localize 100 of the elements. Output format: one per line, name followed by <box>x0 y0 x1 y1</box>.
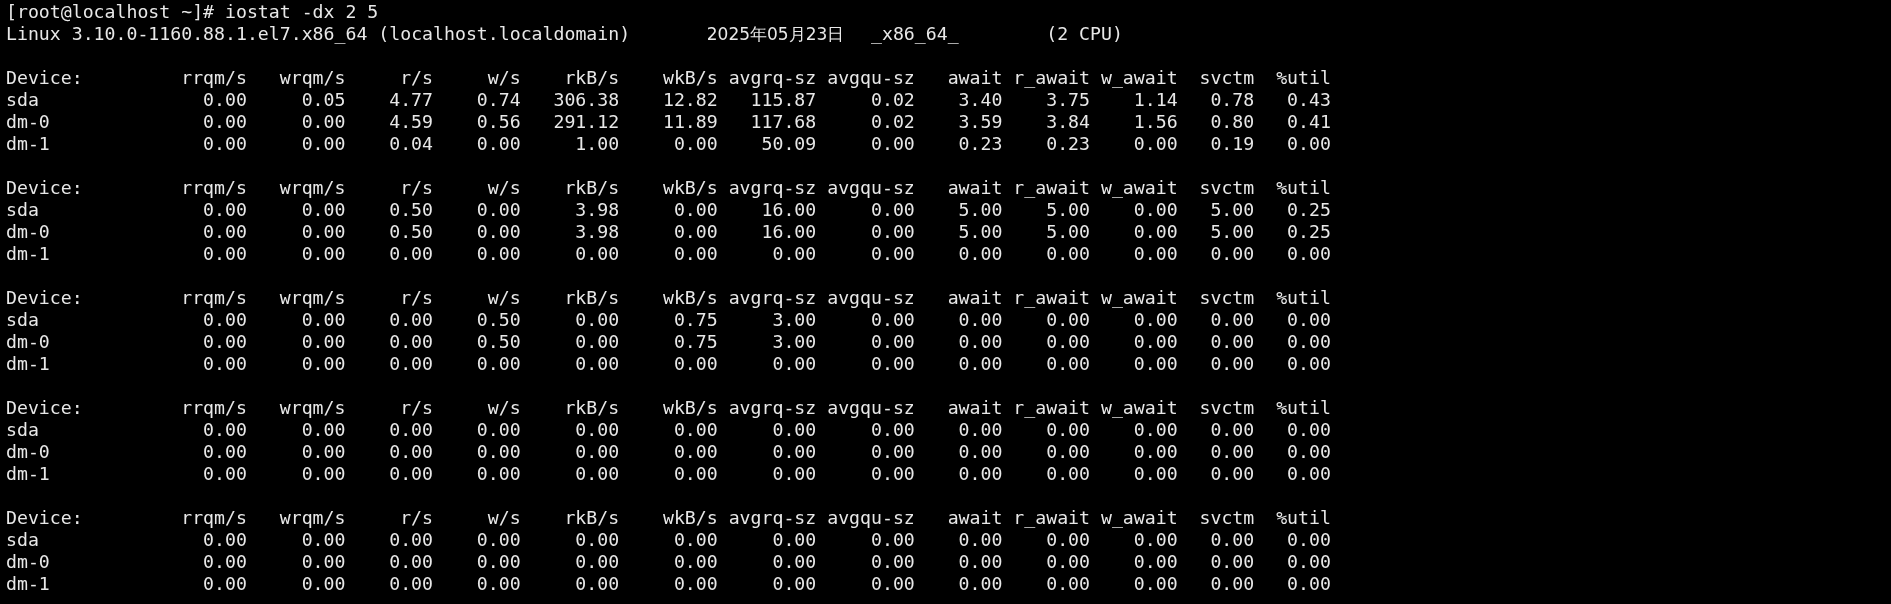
table-cell: 0.80 <box>1210 111 1255 133</box>
table-cell: 0.00 <box>203 529 247 551</box>
device-name: dm-0 <box>6 111 50 133</box>
table-cell: 0.00 <box>389 419 434 441</box>
table-cell: 0.00 <box>301 309 346 331</box>
table-cell: 0.00 <box>673 573 718 595</box>
table-cell: 0.04 <box>389 133 434 155</box>
table-cell: 0.00 <box>871 529 915 551</box>
table-cell: 0.00 <box>476 353 521 375</box>
table-cell: 0.00 <box>203 221 247 243</box>
table-cell: 0.00 <box>673 353 718 375</box>
column-header: wkB/s <box>662 67 718 89</box>
table-cell: 0.00 <box>575 573 620 595</box>
table-cell: 3.59 <box>958 111 1003 133</box>
column-header: %util <box>1276 397 1331 419</box>
column-header: rrqm/s <box>181 507 247 529</box>
table-cell: 3.40 <box>958 89 1003 111</box>
device-name: sda <box>6 89 39 111</box>
table-cell: 0.00 <box>1133 199 1178 221</box>
table-cell: 0.00 <box>958 463 1003 485</box>
device-name: dm-1 <box>6 243 50 265</box>
table-cell: 0.00 <box>673 441 718 463</box>
column-header: wrqm/s <box>279 287 346 309</box>
table-cell: 0.00 <box>301 221 346 243</box>
table-cell: 0.00 <box>389 353 434 375</box>
table-cell: 0.78 <box>1210 89 1255 111</box>
command-line: [root@localhost ~]# iostat -dx 2 5 <box>6 1 380 23</box>
table-cell: 0.00 <box>476 551 521 573</box>
table-cell: 3.98 <box>575 221 620 243</box>
table-cell: 0.00 <box>1287 463 1331 485</box>
device-name: dm-0 <box>6 331 50 353</box>
table-cell: 0.74 <box>476 89 521 111</box>
column-header: avgqu-sz <box>827 397 915 419</box>
column-header: w/s <box>487 397 521 419</box>
table-cell: 0.00 <box>871 221 915 243</box>
table-cell: 0.00 <box>1046 419 1090 441</box>
table-cell: 0.02 <box>871 89 915 111</box>
table-cell: 0.25 <box>1287 221 1331 243</box>
table-cell: 0.19 <box>1210 133 1255 155</box>
column-header: svctm <box>1199 67 1255 89</box>
column-header: r_await <box>1013 397 1090 419</box>
column-header: Device: <box>6 287 83 309</box>
table-cell: 3.00 <box>772 331 817 353</box>
column-header: w_await <box>1100 177 1178 199</box>
table-cell: 0.50 <box>476 331 521 353</box>
table-cell: 0.75 <box>673 331 718 353</box>
table-cell: 1.56 <box>1133 111 1178 133</box>
table-cell: 0.00 <box>871 243 915 265</box>
column-header: w_await <box>1100 397 1178 419</box>
column-header: w/s <box>487 67 521 89</box>
column-header: avgrq-sz <box>728 397 817 419</box>
table-cell: 0.00 <box>1046 529 1090 551</box>
column-header: w/s <box>487 287 521 309</box>
table-cell: 0.00 <box>301 111 346 133</box>
device-name: sda <box>6 309 39 331</box>
table-cell: 0.00 <box>1046 463 1090 485</box>
column-header: avgqu-sz <box>827 177 915 199</box>
column-header: r/s <box>400 67 434 89</box>
column-header: await <box>947 507 1003 529</box>
table-cell: 0.00 <box>301 331 346 353</box>
table-cell: 0.00 <box>301 441 346 463</box>
table-cell: 0.00 <box>1046 441 1090 463</box>
table-cell: 0.00 <box>958 353 1003 375</box>
table-cell: 1.00 <box>575 133 620 155</box>
table-cell: 0.00 <box>389 463 434 485</box>
table-cell: 0.00 <box>476 221 521 243</box>
device-name: sda <box>6 419 39 441</box>
table-cell: 0.00 <box>871 133 915 155</box>
table-cell: 5.00 <box>958 199 1003 221</box>
table-cell: 0.50 <box>476 309 521 331</box>
table-cell: 0.00 <box>958 551 1003 573</box>
table-cell: 0.00 <box>1287 441 1331 463</box>
table-cell: 0.50 <box>389 221 434 243</box>
table-cell: 0.00 <box>575 441 620 463</box>
table-cell: 0.00 <box>871 419 915 441</box>
table-cell: 3.84 <box>1046 111 1090 133</box>
table-cell: 0.00 <box>958 573 1003 595</box>
table-cell: 0.00 <box>1046 243 1090 265</box>
table-cell: 0.00 <box>772 573 817 595</box>
table-cell: 0.00 <box>673 221 718 243</box>
table-cell: 0.00 <box>673 133 718 155</box>
table-cell: 0.00 <box>1210 419 1255 441</box>
table-cell: 0.00 <box>389 529 434 551</box>
table-cell: 0.00 <box>476 419 521 441</box>
table-cell: 0.56 <box>476 111 521 133</box>
table-cell: 0.00 <box>673 419 718 441</box>
table-cell: 0.00 <box>1133 441 1178 463</box>
table-cell: 5.00 <box>1210 221 1255 243</box>
table-cell: 5.00 <box>1046 221 1090 243</box>
table-cell: 0.00 <box>301 199 346 221</box>
table-cell: 50.09 <box>761 133 817 155</box>
table-cell: 0.00 <box>301 529 346 551</box>
column-header: r_await <box>1013 287 1090 309</box>
table-cell: 0.00 <box>1133 463 1178 485</box>
table-cell: 0.23 <box>958 133 1003 155</box>
column-header: rrqm/s <box>181 287 247 309</box>
column-header: r/s <box>400 287 434 309</box>
table-cell: 0.00 <box>389 331 434 353</box>
device-name: dm-0 <box>6 551 50 573</box>
column-header: %util <box>1276 507 1331 529</box>
